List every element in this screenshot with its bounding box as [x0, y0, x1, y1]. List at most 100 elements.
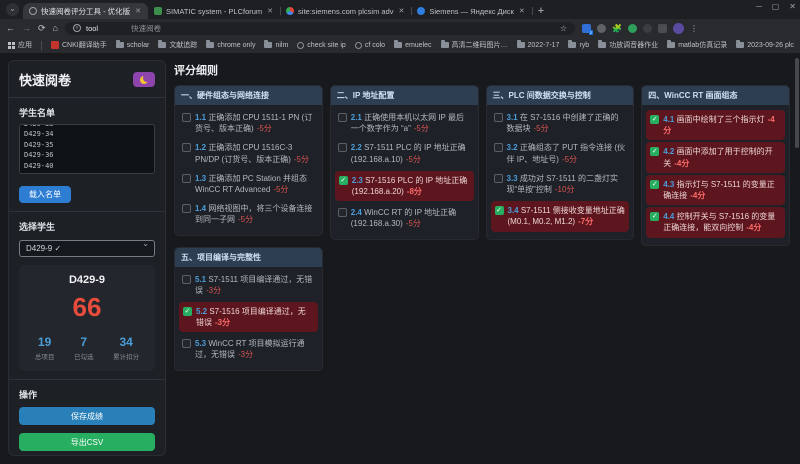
bookmark-label: 应用: [18, 40, 32, 50]
extension-icon[interactable]: [597, 24, 606, 33]
rubric-item[interactable]: ✓ 3.2 正确组态了 PUT 指令连接 (伙伴 IP、地址号)-5分: [490, 138, 631, 168]
item-desc: 正确添加 CPU 1511-1 PN (订货号、版本正确): [195, 113, 312, 133]
reload-icon[interactable]: ⟳: [38, 23, 46, 34]
rubric-item[interactable]: ✓ 5.3 WinCC RT 项目模拟运行通过，无错误-3分: [178, 334, 319, 364]
new-tab-button[interactable]: +: [538, 5, 544, 17]
browser-tab[interactable]: SIMATIC system - PLCforum ✕: [148, 3, 280, 19]
browser-toolbar: ← → ⟳ ⌂ ≡ tool 快速阅卷 ☆ 🧩 ⋮: [0, 19, 800, 37]
load-roster-button[interactable]: 载入名单: [19, 186, 71, 203]
unchecked-checkbox[interactable]: ✓: [182, 204, 191, 213]
extensions-puzzle-icon[interactable]: 🧩: [612, 24, 622, 33]
bookmark-item[interactable]: matlab仿真记录: [667, 40, 727, 50]
rubric-item[interactable]: ✓ 1.1 正确添加 CPU 1511-1 PN (订货号、版本正确)-5分: [178, 108, 319, 138]
rubric-item[interactable]: ✓ 2.2 S7-1511 PLC 的 IP 地址正确 (192.168.a.1…: [334, 138, 475, 168]
bookmark-item[interactable]: emuelec: [394, 42, 431, 49]
checked-checkbox[interactable]: ✓: [650, 147, 659, 156]
unchecked-checkbox[interactable]: ✓: [494, 174, 503, 183]
unchecked-checkbox[interactable]: ✓: [182, 275, 191, 284]
tab-close-icon[interactable]: ✕: [134, 6, 142, 16]
extension-icon[interactable]: [628, 24, 637, 33]
rubric-item[interactable]: ✓ 2.3 S7-1516 PLC 的 IP 地址正确 (192.168.a.2…: [335, 171, 474, 201]
rubric-item[interactable]: ✓ 2.4 WinCC RT 的 IP 地址正确 (192.168.a.30)-…: [334, 203, 475, 233]
browser-tab[interactable]: Siemens — Яндекс Диск ✕: [411, 3, 531, 19]
extension-icon[interactable]: [582, 24, 591, 33]
bookmark-item[interactable]: 高清二维码图片…: [441, 40, 508, 50]
stat-value: 19: [35, 335, 55, 349]
save-scores-button[interactable]: 保存成绩: [19, 407, 155, 425]
forward-icon[interactable]: →: [22, 23, 31, 33]
stat-label: 总项目: [35, 351, 55, 361]
bookmark-item[interactable]: check site ip: [297, 42, 346, 49]
close-button[interactable]: ✕: [789, 2, 796, 11]
unchecked-checkbox[interactable]: ✓: [182, 113, 191, 122]
export-csv-button[interactable]: 导出CSV: [19, 433, 155, 451]
rubric-item[interactable]: ✓ 1.4 网络视图中，将三个设备连接到同一子网-5分: [178, 199, 319, 229]
checked-checkbox[interactable]: ✓: [650, 115, 659, 124]
bookmark-item[interactable]: ryb: [568, 42, 589, 49]
address-bar[interactable]: ≡ tool 快速阅卷 ☆: [65, 22, 575, 35]
bookmark-item[interactable]: 应用: [8, 40, 32, 50]
bookmark-item[interactable]: chrome only: [206, 42, 255, 49]
item-deduction: -5分: [534, 124, 549, 133]
rubric-item[interactable]: ✓ 4.2 画面中添加了用于控制的开关-4分: [646, 142, 785, 172]
page-scrollbar[interactable]: [795, 58, 799, 148]
rubric-item[interactable]: ✓ 5.1 S7-1511 项目编译通过，无错误-3分: [178, 270, 319, 300]
item-deduction: -3分: [238, 350, 253, 359]
tab-close-icon[interactable]: ✕: [398, 6, 406, 16]
roster-textarea[interactable]: [19, 124, 155, 174]
unchecked-checkbox[interactable]: ✓: [182, 174, 191, 183]
unchecked-checkbox[interactable]: ✓: [182, 143, 191, 152]
rubric-item[interactable]: ✓ 1.3 正确添加 PC Station 并组态 WinCC RT Advan…: [178, 169, 319, 199]
bookmark-item[interactable]: CNKI翻译助手: [51, 40, 107, 50]
bookmark-item[interactable]: 2022-7-17: [517, 42, 560, 49]
site-info-icon[interactable]: ≡: [73, 24, 81, 32]
item-desc: 指示灯与 S7-1511 的变量正确连接: [663, 180, 774, 200]
browser-tab[interactable]: 快速阅卷评分工具 - 优化版 ✕: [23, 3, 148, 19]
unchecked-checkbox[interactable]: ✓: [494, 113, 503, 122]
item-text: 3.2 正确组态了 PUT 指令连接 (伙伴 IP、地址号)-5分: [507, 142, 627, 164]
rubric-item[interactable]: ✓ 4.4 控制开关与 S7-1516 的变量正确连接，能双向控制-4分: [646, 207, 785, 237]
unchecked-checkbox[interactable]: ✓: [338, 113, 347, 122]
rubric-item[interactable]: ✓ 5.2 S7-1516 项目编译通过，无错误-3分: [179, 302, 318, 332]
maximize-button[interactable]: ▢: [772, 2, 780, 11]
rubric-item[interactable]: ✓ 1.2 正确添加 CPU 1516C-3 PN/DP (订货号、版本正确)-…: [178, 138, 319, 168]
student-select[interactable]: D429-9 ✓: [19, 240, 155, 257]
tab-search-button[interactable]: ⌄: [6, 3, 19, 16]
bookmark-item[interactable]: scholar: [116, 42, 150, 49]
rubric-item[interactable]: ✓ 3.3 成功对 S7-1511 的二盏灯实现“单按”控制-10分: [490, 169, 631, 199]
checked-checkbox[interactable]: ✓: [183, 307, 192, 316]
unchecked-checkbox[interactable]: ✓: [338, 208, 347, 217]
rubric-item[interactable]: ✓ 3.4 S7-1511 侧接收变量地址正确 (M0.1, M0.2, M1.…: [491, 201, 630, 231]
unchecked-checkbox[interactable]: ✓: [338, 143, 347, 152]
item-id: 5.1: [195, 275, 208, 284]
extension-icon[interactable]: [643, 24, 652, 33]
stat: 7 已勾选: [74, 335, 94, 361]
bookmark-item[interactable]: 功放调音器作业: [598, 40, 658, 50]
tab-close-icon[interactable]: ✕: [266, 6, 274, 16]
bookmark-item[interactable]: cf colo: [355, 42, 385, 49]
checked-checkbox[interactable]: ✓: [650, 180, 659, 189]
bookmark-item[interactable]: 文献追踪: [158, 40, 197, 50]
rubric-item[interactable]: ✓ 2.1 正确使用本机以太网 IP 最后一个数字作为 “a”-5分: [334, 108, 475, 138]
profile-avatar[interactable]: [673, 23, 684, 34]
bookmark-star-icon[interactable]: ☆: [560, 24, 567, 33]
unchecked-checkbox[interactable]: ✓: [182, 339, 191, 348]
theme-toggle-button[interactable]: [133, 72, 155, 87]
bookmark-item[interactable]: nilm: [264, 42, 288, 49]
back-icon[interactable]: ←: [6, 23, 15, 33]
unchecked-checkbox[interactable]: ✓: [494, 143, 503, 152]
tab-close-icon[interactable]: ✕: [518, 6, 526, 16]
checked-checkbox[interactable]: ✓: [339, 176, 348, 185]
browser-tab[interactable]: site:siemens.com plcsim adv ✕: [280, 3, 411, 19]
minimize-button[interactable]: ─: [756, 2, 762, 11]
rubric-section: 五、项目编译与完整性✓ 5.1 S7-1511 项目编译通过，无错误-3分✓ 5…: [174, 247, 323, 371]
browser-menu-icon[interactable]: ⋮: [690, 24, 698, 33]
home-icon[interactable]: ⌂: [53, 23, 58, 33]
checked-checkbox[interactable]: ✓: [650, 212, 659, 221]
bookmark-item[interactable]: 2023-09-26 plc: [736, 42, 794, 49]
rubric-item[interactable]: ✓ 3.1 在 S7-1516 中创建了正确的数据块-5分: [490, 108, 631, 138]
rubric-item[interactable]: ✓ 4.3 指示灯与 S7-1511 的变量正确连接-4分: [646, 175, 785, 205]
checked-checkbox[interactable]: ✓: [495, 206, 504, 215]
extension-icon[interactable]: [658, 24, 667, 33]
rubric-item[interactable]: ✓ 4.1 画面中绘制了三个指示灯-4分: [646, 110, 785, 140]
